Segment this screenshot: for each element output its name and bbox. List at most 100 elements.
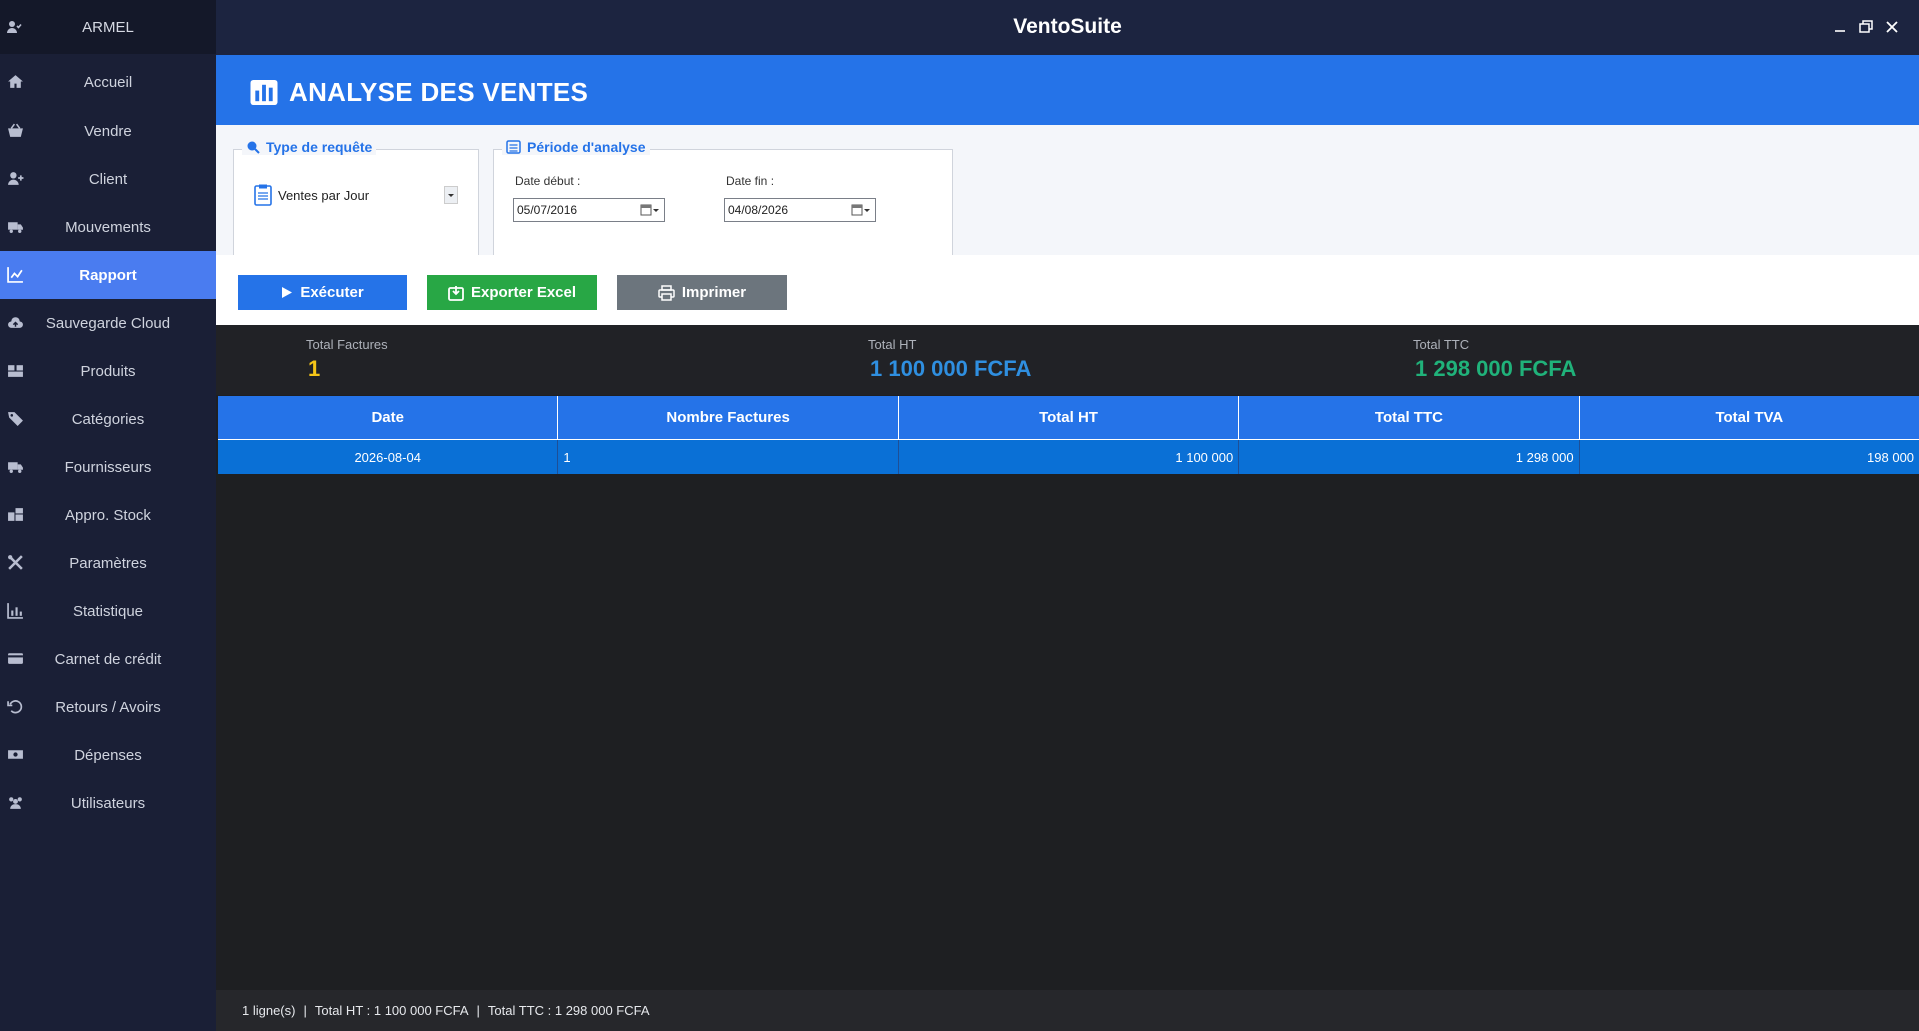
- total-ttc-label: Total TTC: [1413, 337, 1470, 352]
- close-icon[interactable]: [1883, 18, 1901, 36]
- total-invoices-label: Total Factures: [306, 337, 388, 352]
- cell-total-ttc: 1 298 000: [1239, 440, 1580, 474]
- column-header-date[interactable]: Date: [218, 396, 559, 439]
- sidebar-item-label: Statistique: [72, 602, 144, 620]
- sidebar-item-mouvements[interactable]: Mouvements: [0, 203, 216, 251]
- sidebar-item-label: Utilisateurs: [70, 794, 146, 812]
- sidebar-item-label: Mouvements: [65, 218, 151, 236]
- calendar-dropdown-icon[interactable]: [851, 203, 871, 217]
- sidebar: ARMEL Accueil Vendre Client Mouvements R…: [0, 0, 216, 1031]
- printer-icon: [658, 284, 675, 301]
- sidebar-user: ARMEL: [0, 0, 216, 54]
- status-separator: |: [476, 1003, 480, 1018]
- end-date-value: 04/08/2026: [728, 203, 789, 217]
- cell-date: 2026-08-04: [218, 440, 559, 474]
- start-date-value: 05/07/2016: [517, 203, 578, 217]
- sidebar-item-client[interactable]: Client: [0, 155, 216, 203]
- undo-icon: [7, 700, 23, 714]
- action-bar: Exécuter Exporter Excel Imprimer: [216, 255, 1919, 325]
- title-bar: VentoSuite: [216, 0, 1919, 55]
- status-total-ht: Total HT : 1 100 000 FCFA: [314, 1003, 469, 1018]
- truck-icon: [8, 222, 23, 233]
- column-header-nombre-factures[interactable]: Nombre Factures: [558, 396, 899, 439]
- request-type-group: Type de requête Ventes par Jour: [233, 139, 479, 264]
- wallet-icon: [8, 653, 23, 664]
- status-total-ttc: Total TTC : 1 298 000 FCFA: [487, 1003, 650, 1018]
- cell-total-ht: 1 100 000: [899, 440, 1240, 474]
- table-row[interactable]: 2026-08-04 1 1 100 000 1 298 000 198 000: [218, 440, 1919, 474]
- sidebar-item-carnet-credit[interactable]: Carnet de crédit: [0, 635, 216, 683]
- sidebar-item-label: Sauvegarde Cloud: [45, 314, 171, 332]
- sidebar-item-label: Produits: [80, 362, 136, 380]
- status-bar: 1 ligne(s) | Total HT : 1 100 000 FCFA |…: [216, 990, 1919, 1031]
- tags-icon: [8, 412, 23, 426]
- totals-summary: Total Factures 1 Total HT 1 100 000 FCFA…: [216, 325, 1919, 395]
- request-type-select[interactable]: Ventes par Jour: [254, 180, 458, 210]
- column-header-total-ht[interactable]: Total HT: [899, 396, 1240, 439]
- warehouse-icon: [8, 508, 23, 521]
- print-button-label: Imprimer: [681, 284, 747, 301]
- sidebar-item-label: Catégories: [71, 410, 145, 428]
- sidebar-item-label: Paramètres: [69, 554, 147, 572]
- total-invoices-value: 1: [308, 356, 321, 381]
- chart-line-icon: [7, 267, 23, 283]
- analysis-period-group: Période d'analyse Date début : 05/07/201…: [493, 139, 953, 264]
- sidebar-item-label: Accueil: [83, 73, 133, 91]
- sidebar-item-label: Appro. Stock: [65, 506, 151, 524]
- sidebar-item-accueil[interactable]: Accueil: [0, 58, 216, 106]
- cell-nombre-factures: 1: [558, 440, 899, 474]
- end-date-label: Date fin :: [726, 174, 775, 188]
- home-icon: [8, 75, 23, 88]
- minimize-icon[interactable]: [1831, 18, 1849, 36]
- tools-icon: [8, 555, 23, 570]
- sidebar-item-label: Carnet de crédit: [54, 650, 162, 668]
- sidebar-item-sauvegarde-cloud[interactable]: Sauvegarde Cloud: [0, 299, 216, 347]
- user-plus-icon: [8, 172, 24, 185]
- sidebar-item-appro-stock[interactable]: Appro. Stock: [0, 491, 216, 539]
- sales-table: Date Nombre Factures Total HT Total TTC …: [218, 396, 1919, 474]
- request-type-group-label: Type de requête: [266, 139, 373, 155]
- total-ttc-value: 1 298 000 FCFA: [1415, 356, 1577, 381]
- end-date-input[interactable]: 04/08/2026: [724, 198, 876, 222]
- sidebar-item-rapport[interactable]: Rapport: [0, 251, 216, 299]
- restore-icon[interactable]: [1857, 18, 1875, 36]
- sidebar-item-label: Fournisseurs: [64, 458, 152, 476]
- status-row-count: 1 ligne(s): [242, 1003, 296, 1018]
- report-chart-icon: [250, 79, 278, 106]
- sidebar-item-vendre[interactable]: Vendre: [0, 107, 216, 155]
- export-excel-button[interactable]: Exporter Excel: [427, 275, 597, 310]
- execute-button[interactable]: Exécuter: [238, 275, 407, 310]
- print-button[interactable]: Imprimer: [617, 275, 787, 310]
- sidebar-item-utilisateurs[interactable]: Utilisateurs: [0, 779, 216, 827]
- sidebar-item-depenses[interactable]: Dépenses: [0, 731, 216, 779]
- start-date-input[interactable]: 05/07/2016: [513, 198, 665, 222]
- table-empty-area: [218, 475, 1919, 990]
- sidebar-item-parametres[interactable]: Paramètres: [0, 539, 216, 587]
- analysis-period-group-label: Période d'analyse: [527, 139, 646, 155]
- money-icon: [8, 750, 23, 759]
- clipboard-icon: [254, 184, 272, 206]
- start-date-label: Date début :: [515, 174, 581, 188]
- basket-icon: [8, 123, 23, 137]
- column-header-total-tva[interactable]: Total TVA: [1580, 396, 1919, 439]
- sidebar-item-fournisseurs[interactable]: Fournisseurs: [0, 443, 216, 491]
- sidebar-item-statistique[interactable]: Statistique: [0, 587, 216, 635]
- page-title: ANALYSE DES VENTES: [289, 77, 589, 107]
- users-icon: [9, 797, 22, 809]
- calendar-dropdown-icon[interactable]: [640, 203, 660, 217]
- chevron-down-icon[interactable]: [444, 186, 458, 204]
- sidebar-item-label: Vendre: [84, 122, 132, 140]
- sidebar-item-retours-avoirs[interactable]: Retours / Avoirs: [0, 683, 216, 731]
- sidebar-item-label: Dépenses: [74, 746, 142, 764]
- cell-total-tva: 198 000: [1867, 449, 1915, 465]
- total-ht-label: Total HT: [868, 337, 917, 352]
- play-icon: [282, 287, 293, 298]
- app-title: VentoSuite: [1013, 15, 1122, 38]
- sidebar-item-produits[interactable]: Produits: [0, 347, 216, 395]
- sidebar-item-categories[interactable]: Catégories: [0, 395, 216, 443]
- truck-icon: [8, 462, 23, 473]
- request-type-group-title: Type de requête: [242, 139, 377, 155]
- filter-panel: Type de requête Ventes par Jour Période …: [216, 125, 1919, 264]
- column-header-total-ttc[interactable]: Total TTC: [1239, 396, 1580, 439]
- cloud-upload-icon: [8, 317, 23, 328]
